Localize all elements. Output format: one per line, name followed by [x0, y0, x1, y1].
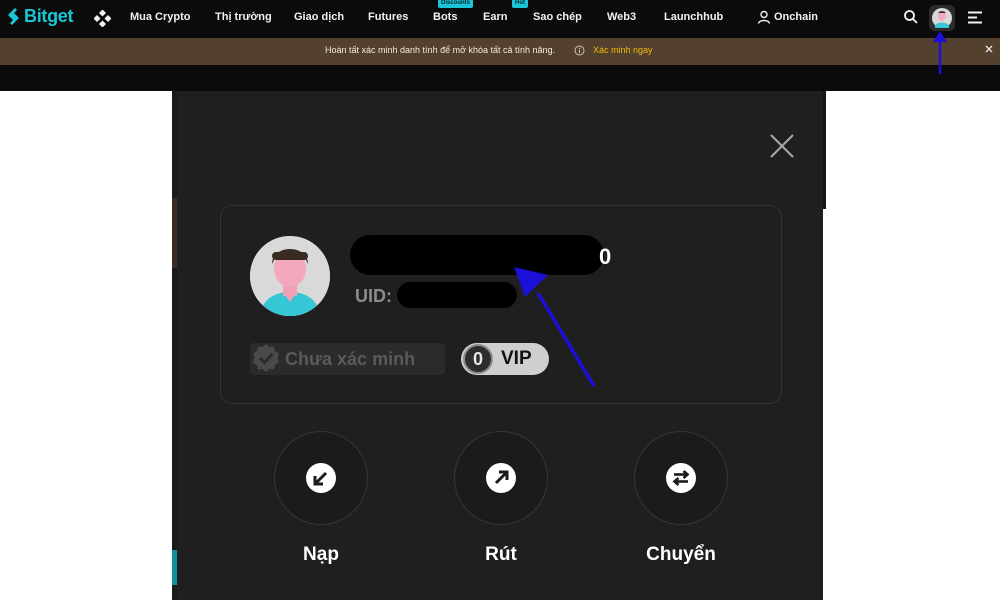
- nav-dark-strip: [0, 65, 1000, 91]
- user-avatar-button[interactable]: [929, 5, 955, 31]
- deposit-button[interactable]: [274, 431, 368, 525]
- unverified-badge[interactable]: Chưa xác minh: [250, 343, 445, 375]
- profile-avatar: [250, 236, 330, 316]
- transfer-button[interactable]: [634, 431, 728, 525]
- nav-earn[interactable]: Earn: [483, 11, 507, 23]
- uid-label: UID:: [355, 286, 392, 306]
- nav-mua-crypto[interactable]: Mua Crypto: [130, 11, 191, 23]
- annotation-arrow-username: [514, 267, 596, 387]
- nav-launchhub[interactable]: Launchhub: [664, 11, 723, 23]
- search-icon[interactable]: [903, 9, 918, 24]
- background-page-edge-right: [823, 91, 826, 209]
- deposit-action[interactable]: Nạp: [274, 431, 368, 566]
- nav-thi-truong[interactable]: Thị trường: [215, 11, 272, 23]
- deposit-arrow-icon: [306, 463, 336, 493]
- hamburger-menu-icon[interactable]: [968, 11, 982, 24]
- notice-close-icon[interactable]: [984, 44, 994, 54]
- bitget-logo-icon: [8, 7, 19, 25]
- withdraw-button[interactable]: [454, 431, 548, 525]
- withdraw-action[interactable]: Rút: [454, 431, 548, 566]
- nav-web3[interactable]: Web3: [607, 11, 636, 23]
- avatar-person-icon: [250, 236, 330, 316]
- deposit-label: Nạp: [303, 544, 339, 565]
- top-navigation-bar: Bitget Mua Crypto Thị trường Giao dịch F…: [0, 0, 1000, 38]
- verify-now-link[interactable]: Xác minh ngay: [593, 45, 653, 55]
- user-avatar-icon: [932, 8, 952, 28]
- nav-futures[interactable]: Futures: [368, 11, 408, 23]
- bots-discount-badge: Discounts: [438, 0, 474, 8]
- transfer-label: Chuyển: [646, 544, 716, 565]
- verification-notice-bar: Hoàn tất xác minh danh tính để mở khóa t…: [0, 38, 1000, 65]
- withdraw-label: Rút: [485, 544, 517, 565]
- close-icon[interactable]: [769, 133, 795, 159]
- withdraw-arrow-icon: [486, 463, 516, 493]
- annotation-arrow-avatar: [933, 31, 947, 74]
- notice-text: Hoàn tất xác minh danh tính để mở khóa t…: [325, 45, 556, 55]
- nav-giao-dich[interactable]: Giao dịch: [294, 11, 344, 23]
- transfer-icon: [666, 463, 696, 493]
- verified-seal-icon: [253, 344, 279, 372]
- grid-diamond-icon[interactable]: [94, 10, 111, 27]
- vip-level: 0: [463, 344, 493, 374]
- unverified-label: Chưa xác minh: [285, 348, 416, 369]
- onchain-user-icon: [757, 10, 771, 24]
- redacted-uid: [397, 282, 517, 308]
- nav-onchain[interactable]: Onchain: [774, 11, 818, 23]
- brand-name: Bitget: [24, 6, 74, 26]
- earn-hot-badge: Hot: [512, 0, 528, 8]
- info-icon: [574, 45, 585, 56]
- nav-bots[interactable]: Bots: [433, 11, 457, 23]
- transfer-action[interactable]: Chuyển: [634, 431, 728, 566]
- bitget-logo[interactable]: Bitget: [6, 6, 74, 27]
- nav-sao-chep[interactable]: Sao chép: [533, 11, 582, 23]
